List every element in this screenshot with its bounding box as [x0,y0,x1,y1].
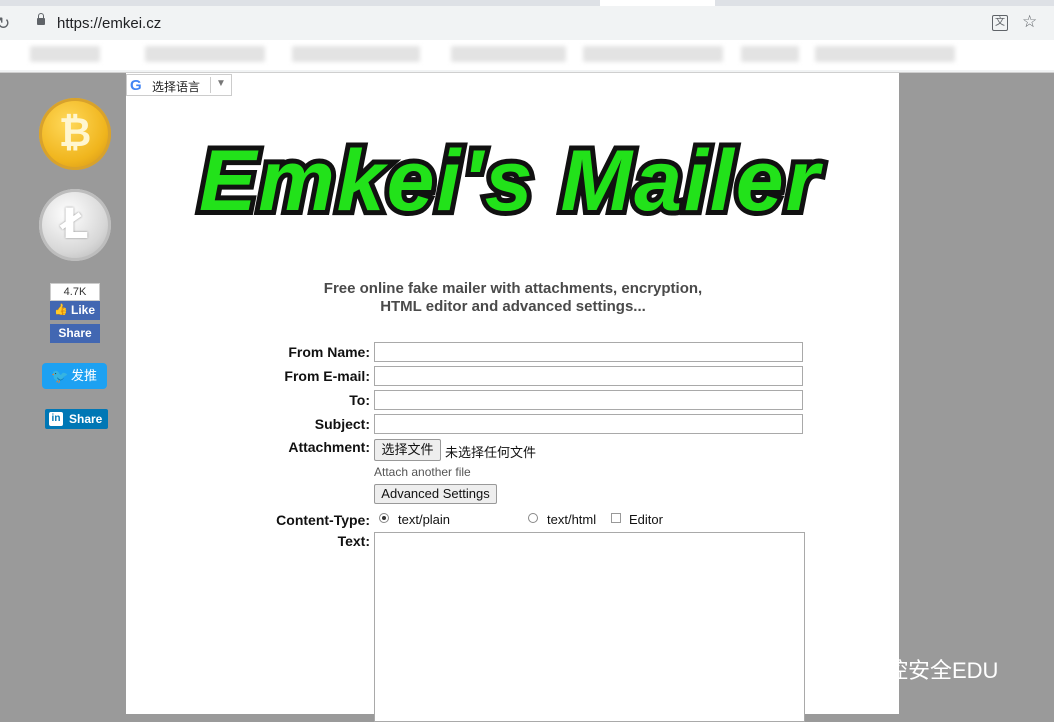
bookmark-item[interactable] [292,46,420,62]
language-label: 选择语言 [152,80,201,94]
message-textarea[interactable] [374,532,805,722]
facebook-like-button[interactable]: 👍 Like [50,301,100,320]
content-type-html-label: text/html [547,512,597,527]
logo-text: Emkei's Mailer [199,133,824,229]
attachment-label: Attachment: [288,439,370,455]
google-g-icon: G [130,77,142,94]
no-file-text: 未选择任何文件 [445,445,537,460]
editor-label: Editor [629,512,663,527]
bookmark-item[interactable] [30,46,100,62]
linkedin-icon: in [49,412,63,426]
tagline-line-2: HTML editor and advanced settings... [380,298,646,315]
dropdown-arrow-icon[interactable]: ▼ [216,78,226,89]
site-logo: Emkei's Mailer [194,128,827,234]
lock-icon[interactable] [37,13,45,25]
choose-file-button[interactable]: 选择文件 [374,439,441,461]
divider [210,77,211,93]
bookmark-item[interactable] [815,46,955,62]
facebook-like-count: 4.7K [50,283,100,301]
subject-input[interactable] [374,414,803,434]
from-email-input[interactable] [374,366,803,386]
thumbs-up-icon: 👍 [54,304,68,316]
from-email-label: From E-mail: [284,368,370,384]
litecoin-icon[interactable]: Ł [39,189,111,261]
twitter-tweet-button[interactable]: 🐦 发推 [42,363,107,389]
text-label: Text: [337,533,370,549]
twitter-bird-icon: 🐦 [51,368,69,384]
from-name-input[interactable] [374,342,803,362]
to-input[interactable] [374,390,803,410]
watermark-text: 掌控安全EDU [864,658,999,683]
facebook-share-button[interactable]: Share [50,324,100,343]
reload-icon[interactable]: ↻ [0,14,10,34]
watermark: 掌控安全EDU [816,650,1036,686]
bitcoin-icon[interactable]: ₿ [39,98,111,170]
tagline-line-1: Free online fake mailer with attachments… [323,280,703,297]
address-bar[interactable]: https://emkei.cz 文 ☆ [26,10,1042,38]
attach-another-link[interactable]: Attach another file [374,465,471,479]
content-type-plain-label: text/plain [398,512,451,527]
bookmark-item[interactable] [145,46,265,62]
tagline: Free online fake mailer with attachments… [268,280,758,316]
content-type-label: Content-Type: [276,512,370,528]
active-tab[interactable] [600,0,715,6]
subject-label: Subject: [314,416,370,432]
content-type-plain-radio[interactable] [379,513,389,523]
bookmark-item[interactable] [741,46,799,62]
bookmark-item[interactable] [451,46,566,62]
bookmark-star-icon[interactable]: ☆ [1022,12,1037,32]
advanced-settings-button[interactable]: Advanced Settings [374,484,497,504]
browser-toolbar: ↻ https://emkei.cz 文 ☆ [0,0,1054,73]
to-label: To: [349,392,370,408]
bookmarks-bar [0,40,1054,70]
bookmark-item[interactable] [583,46,723,62]
translate-icon[interactable]: 文 [992,15,1008,31]
wechat-icon [816,654,850,680]
linkedin-share-button[interactable]: in Share [45,409,108,429]
content-type-html-radio[interactable] [528,513,538,523]
from-name-label: From Name: [288,344,370,360]
google-translate-select[interactable]: G 选择语言 ▼ [126,74,232,96]
url-text[interactable]: https://emkei.cz [57,15,161,32]
editor-checkbox[interactable] [611,513,621,523]
tab-strip [0,0,1054,6]
